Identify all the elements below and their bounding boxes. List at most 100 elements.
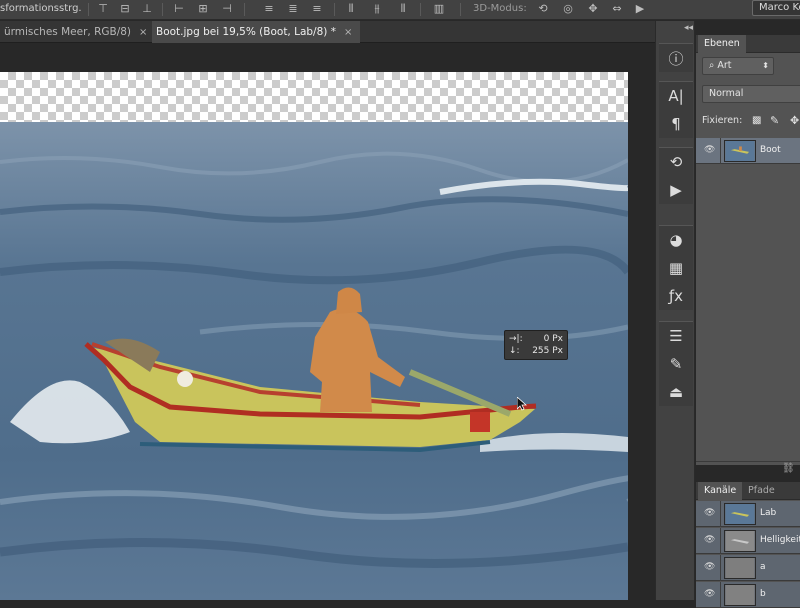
- chevron-updown-icon: ⬍: [762, 61, 769, 70]
- history-group: ⟲ ▶: [659, 147, 693, 204]
- divider: [720, 555, 721, 581]
- 3d-mode-label: 3D-Modus:: [473, 3, 527, 14]
- tab-label: Boot.jpg bei 19,5% (Boot, Lab/8) *: [156, 26, 336, 38]
- blend-mode-value: Normal: [709, 88, 744, 99]
- paragraph-icon[interactable]: ¶: [659, 110, 693, 138]
- layer-thumbnail: [724, 140, 756, 162]
- channels-panel-header: Kanäle Pfade: [696, 482, 800, 500]
- tab-boot[interactable]: Boot.jpg bei 19,5% (Boot, Lab/8) * ×: [152, 21, 360, 43]
- collapse-panels-icon[interactable]: ◂◂: [684, 23, 693, 33]
- layers-panel-header: Ebenen: [696, 35, 800, 53]
- transparent-area: [0, 72, 628, 122]
- measurement-tooltip: →|: 0 Px ↓: 255 Px: [504, 330, 568, 360]
- distribute-vcenter-icon[interactable]: ≣: [286, 2, 300, 16]
- color-group: ◕ ▦ ƒx: [659, 225, 693, 310]
- document-tabs: ürmisches Meer, RGB/8) × Boot.jpg bei 19,…: [0, 21, 655, 43]
- channel-name: Helligkeit: [760, 535, 800, 545]
- adjust-group: ☰ ✎ ⏏: [659, 321, 693, 406]
- align-left-icon[interactable]: ⊢: [172, 2, 186, 16]
- type-group: A| ¶: [659, 81, 693, 138]
- align-vcenter-icon[interactable]: ⊟: [118, 2, 132, 16]
- 3d-pan-icon[interactable]: ✥: [586, 2, 600, 16]
- boat-photo[interactable]: [0, 122, 628, 600]
- distribute-right-icon[interactable]: ⫴: [396, 2, 410, 16]
- align-bottom-icon[interactable]: ⊥: [140, 2, 154, 16]
- channel-name: a: [760, 562, 766, 572]
- divider: [720, 528, 721, 554]
- layer-filter-dropdown[interactable]: ⌕ Art ⬍: [702, 57, 774, 75]
- channel-name: b: [760, 589, 766, 599]
- tab-layers[interactable]: Ebenen: [698, 35, 746, 53]
- layer-filter-value: Art: [717, 60, 732, 71]
- 3d-scale-icon[interactable]: ▶: [633, 2, 647, 16]
- height-value: 255 Px: [532, 346, 563, 356]
- auto-align-icon[interactable]: ▥: [432, 2, 446, 16]
- layer-row[interactable]: 👁 Boot: [696, 138, 800, 164]
- distribute-left-icon[interactable]: ⫴: [344, 2, 358, 16]
- separator: [244, 3, 245, 16]
- distribute-bottom-icon[interactable]: ≡: [310, 2, 324, 16]
- info-icon[interactable]: ⓘ: [659, 44, 693, 72]
- styles-icon[interactable]: ƒx: [659, 282, 693, 310]
- layers-panel: Ebenen ⌕ Art ⬍ Normal Fixieren: ▩ ✎ ✥ 👁 …: [696, 35, 800, 474]
- lock-label: Fixieren:: [702, 115, 743, 126]
- align-right-icon[interactable]: ⊣: [220, 2, 234, 16]
- height-icon: ↓:: [509, 346, 520, 356]
- transform-controls-label: sformationsstrg.: [0, 3, 82, 14]
- link-layers-icon[interactable]: ⛓: [782, 463, 795, 474]
- blend-mode-dropdown[interactable]: Normal: [702, 85, 800, 103]
- swatches-icon[interactable]: ▦: [659, 254, 693, 282]
- tab-label: ürmisches Meer, RGB/8): [4, 26, 132, 38]
- divider: [720, 501, 721, 527]
- separator: [334, 3, 335, 16]
- width-icon: →|:: [509, 334, 523, 344]
- visibility-eye-icon[interactable]: 👁: [704, 563, 716, 572]
- channels-panel: Kanäle Pfade 👁 Lab 👁 Helligkeit 👁 a 👁 b: [696, 482, 800, 608]
- visibility-eye-icon[interactable]: 👁: [704, 146, 716, 155]
- channel-row-b[interactable]: 👁 b: [696, 582, 800, 608]
- distribute-hcenter-icon[interactable]: ⫵: [370, 2, 384, 16]
- lock-paint-icon[interactable]: ✎: [770, 114, 779, 127]
- channel-row-lab[interactable]: 👁 Lab: [696, 501, 800, 527]
- info-group: ⓘ: [659, 43, 693, 72]
- tab-paths[interactable]: Pfade: [742, 482, 781, 500]
- separator: [88, 3, 89, 16]
- distribute-top-icon[interactable]: ≡: [262, 2, 276, 16]
- brushes-icon[interactable]: ✎: [659, 350, 693, 378]
- lock-transparency-icon[interactable]: ▩: [752, 115, 761, 126]
- close-icon[interactable]: ×: [139, 27, 147, 38]
- visibility-eye-icon[interactable]: 👁: [704, 590, 716, 599]
- width-value: 0 Px: [543, 334, 563, 344]
- visibility-eye-icon[interactable]: 👁: [704, 536, 716, 545]
- separator: [420, 3, 421, 16]
- canvas-workspace[interactable]: →|: 0 Px ↓: 255 Px: [0, 44, 655, 600]
- divider: [696, 461, 800, 462]
- 3d-roll-icon[interactable]: ◎: [561, 2, 575, 16]
- separator: [162, 3, 163, 16]
- align-top-icon[interactable]: ⊤: [96, 2, 110, 16]
- history-icon[interactable]: ⟲: [659, 148, 693, 176]
- color-palette-icon[interactable]: ◕: [659, 226, 693, 254]
- layer-name: Boot: [760, 145, 781, 155]
- user-account-button[interactable]: Marco Ko: [752, 0, 800, 16]
- clone-source-icon[interactable]: ⏏: [659, 378, 693, 406]
- actions-icon[interactable]: ▶: [659, 176, 693, 204]
- channel-thumbnail: [724, 503, 756, 525]
- separator: [460, 3, 461, 16]
- channel-thumbnail: [724, 584, 756, 606]
- divider: [720, 138, 721, 164]
- channel-row-a[interactable]: 👁 a: [696, 555, 800, 581]
- close-icon[interactable]: ×: [344, 27, 352, 38]
- character-icon[interactable]: A|: [659, 82, 693, 110]
- adjustments-icon[interactable]: ☰: [659, 322, 693, 350]
- channel-row-lightness[interactable]: 👁 Helligkeit: [696, 528, 800, 554]
- channel-name: Lab: [760, 508, 777, 518]
- 3d-rotate-icon[interactable]: ⟲: [536, 2, 550, 16]
- lock-position-icon[interactable]: ✥: [790, 114, 799, 127]
- tab-channels[interactable]: Kanäle: [698, 482, 743, 500]
- 3d-slide-icon[interactable]: ⇔: [610, 2, 624, 16]
- visibility-eye-icon[interactable]: 👁: [704, 509, 716, 518]
- align-hcenter-icon[interactable]: ⊞: [196, 2, 210, 16]
- options-bar: sformationsstrg. ⊤ ⊟ ⊥ ⊢ ⊞ ⊣ ≡ ≣ ≡ ⫴ ⫵ ⫴…: [0, 0, 800, 20]
- tab-stuermisches-meer[interactable]: ürmisches Meer, RGB/8) ×: [0, 21, 152, 43]
